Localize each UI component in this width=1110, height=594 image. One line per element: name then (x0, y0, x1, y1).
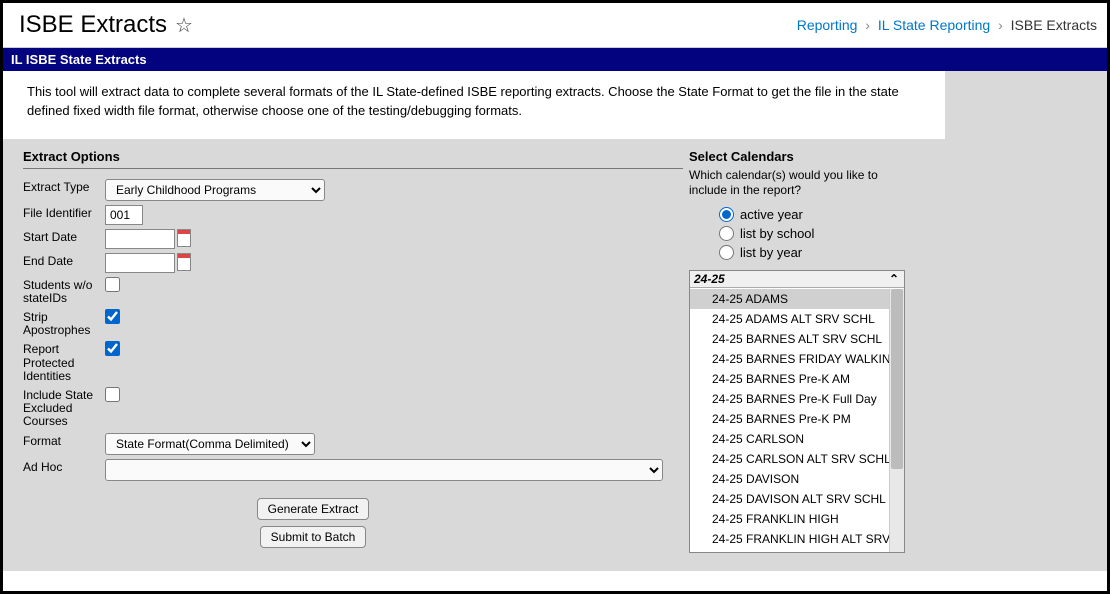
list-by-school-radio[interactable] (719, 226, 734, 241)
calendar-item[interactable]: 24-25 BARNES FRIDAY WALKIN (690, 349, 904, 369)
format-label: Format (23, 433, 105, 448)
select-calendars-desc: Which calendar(s) would you like to incl… (689, 168, 889, 199)
calendar-group-label: 24-25 (694, 272, 725, 286)
calendar-item[interactable]: 24-25 ADAMS ALT SRV SCHL (690, 309, 904, 329)
extract-type-label: Extract Type (23, 179, 105, 194)
calendar-item[interactable]: 24-25 DAVISON (690, 469, 904, 489)
calendar-list-box: 24-25 ⌃ 24-25 ADAMS24-25 ADAMS ALT SRV S… (689, 270, 905, 553)
strip-apostrophes-checkbox[interactable] (105, 309, 120, 324)
calendar-item[interactable]: 24-25 BARNES Pre-K Full Day (690, 389, 904, 409)
start-date-input[interactable] (105, 229, 175, 249)
calendar-item[interactable]: 24-25 BARNES ALT SRV SCHL (690, 329, 904, 349)
report-protected-checkbox[interactable] (105, 341, 120, 356)
options-area: Extract Options Extract Type Early Child… (3, 139, 945, 571)
include-excluded-label: Include State Excluded Courses (23, 387, 105, 429)
header-left: ISBE Extracts ☆ (19, 11, 193, 39)
calendar-item[interactable]: 24-25 BARNES Pre-K PM (690, 409, 904, 429)
breadcrumb-reporting[interactable]: Reporting (797, 17, 858, 33)
breadcrumb-il-state-reporting[interactable]: IL State Reporting (878, 17, 990, 33)
calendar-item[interactable]: 24-25 CARLSON (690, 429, 904, 449)
report-protected-label: Report Protected Identities (23, 341, 105, 383)
active-year-label: active year (740, 207, 803, 222)
calendar-item[interactable]: 24-25 FRANKLIN HIGH ALT SRV (690, 529, 904, 549)
action-buttons: Generate Extract Submit to Batch (123, 485, 503, 561)
breadcrumb-current: ISBE Extracts (1011, 17, 1097, 33)
panel-title: IL ISBE State Extracts (3, 48, 1107, 71)
select-calendars-col: Select Calendars Which calendar(s) would… (683, 139, 945, 571)
favorite-star-icon[interactable]: ☆ (175, 13, 193, 38)
list-by-year-label: list by year (740, 245, 802, 260)
end-date-input[interactable] (105, 253, 175, 273)
adhoc-select[interactable] (105, 459, 663, 481)
file-identifier-input[interactable] (105, 205, 143, 225)
include-excluded-checkbox[interactable] (105, 387, 120, 402)
intro-text: This tool will extract data to complete … (3, 71, 945, 139)
chevron-right-icon: › (865, 17, 870, 33)
format-select[interactable]: State Format(Comma Delimited) (105, 433, 315, 455)
list-by-year-radio[interactable] (719, 245, 734, 260)
start-date-label: Start Date (23, 229, 105, 244)
calendar-item[interactable]: 24-25 ADAMS (690, 289, 904, 309)
calendar-item[interactable]: 24-25 FRANKLIN HIGH (690, 509, 904, 529)
chevron-right-icon: › (998, 17, 1003, 33)
calendar-group-header[interactable]: 24-25 ⌃ (690, 271, 904, 288)
file-identifier-label: File Identifier (23, 205, 105, 220)
extract-options-col: Extract Options Extract Type Early Child… (3, 139, 683, 571)
page-title: ISBE Extracts (19, 11, 167, 39)
submit-to-batch-button[interactable]: Submit to Batch (260, 526, 367, 548)
chevron-up-icon[interactable]: ⌃ (888, 272, 900, 286)
breadcrumb: Reporting › IL State Reporting › ISBE Ex… (797, 17, 1097, 33)
calendar-item[interactable]: 24-25 FRANKLIN HIGH MUSIC (690, 549, 904, 552)
content-area: IL ISBE State Extracts This tool will ex… (3, 48, 1107, 571)
students-wo-ids-checkbox[interactable] (105, 277, 120, 292)
select-calendars-heading: Select Calendars (689, 145, 945, 168)
divider (23, 168, 683, 169)
list-by-school-label: list by school (740, 226, 814, 241)
calendar-icon[interactable] (177, 253, 191, 271)
strip-apostrophes-label: Strip Apostrophes (23, 309, 105, 337)
extract-type-select[interactable]: Early Childhood Programs (105, 179, 325, 201)
calendar-list[interactable]: 24-25 ADAMS24-25 ADAMS ALT SRV SCHL24-25… (690, 289, 904, 552)
page-header: ISBE Extracts ☆ Reporting › IL State Rep… (3, 3, 1107, 48)
scrollbar-thumb[interactable] (891, 289, 903, 469)
calendar-item[interactable]: 24-25 BARNES Pre-K AM (690, 369, 904, 389)
calendar-icon[interactable] (177, 229, 191, 247)
generate-extract-button[interactable]: Generate Extract (257, 498, 370, 520)
students-wo-ids-label: Students w/o stateIDs (23, 277, 105, 305)
scrollbar[interactable] (889, 289, 904, 552)
extract-options-heading: Extract Options (23, 145, 683, 168)
active-year-radio[interactable] (719, 207, 734, 222)
adhoc-label: Ad Hoc (23, 459, 105, 474)
end-date-label: End Date (23, 253, 105, 268)
calendar-item[interactable]: 24-25 CARLSON ALT SRV SCHL (690, 449, 904, 469)
calendar-item[interactable]: 24-25 DAVISON ALT SRV SCHL (690, 489, 904, 509)
